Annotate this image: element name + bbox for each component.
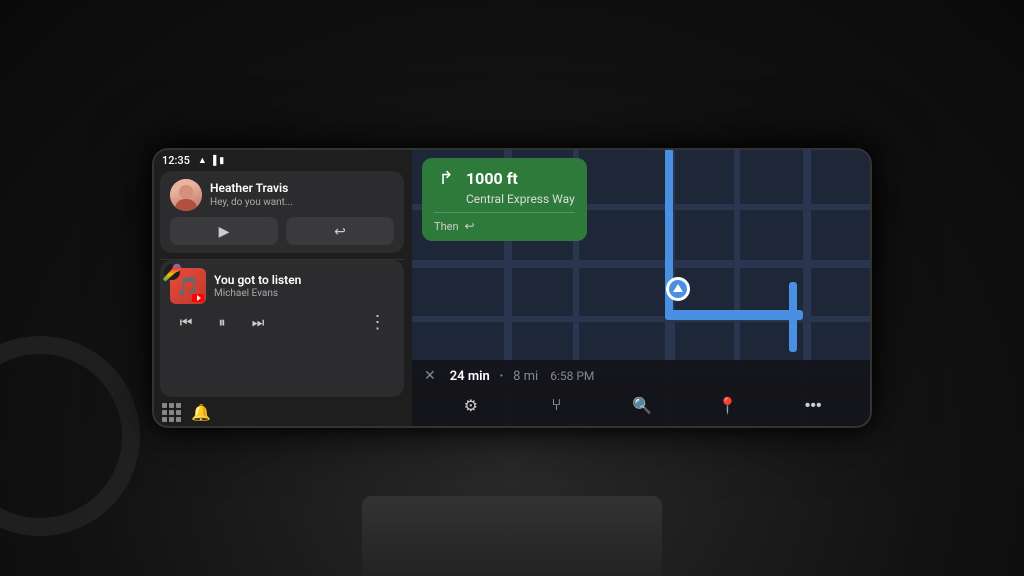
youtube-badge [192,294,204,302]
status-time: 12:35 [162,154,190,167]
signal-icon: ▐ [210,155,216,166]
map-toolbar: ⚙ ⑂ 🔍 📍 ••• [412,384,872,428]
google-mic-icon: 🎤 [164,264,180,280]
avatar-image [170,179,202,211]
road-horizontal-3 [412,316,872,322]
music-title: You got to listen [214,273,394,287]
route-segment-3 [789,282,797,352]
wifi-icon: ▲ [198,155,207,166]
car-position-indicator [666,277,690,301]
navigation-then-row: Then ↩ [434,212,575,233]
route-distance: 8 mi [513,369,538,384]
navigation-distance: 1000 ft [466,169,518,188]
route-time: 24 min [450,369,490,384]
map-more-button[interactable]: ••• [797,390,829,422]
music-controls: ⏮ ⏸ ⏭ ⋮ [170,310,394,334]
car-direction-arrow [673,284,683,292]
notification-play-button[interactable]: ▶ [170,217,278,245]
music-card: 🎵 🎤 You got to listen Michael Evans [160,260,404,397]
navigation-distance-row: ↱ 1000 ft [434,166,575,190]
navigation-then-label: Then [434,220,459,233]
left-panel: 12:35 ▲ ▐ ▮ Heather Travis Hey, do you w… [152,148,412,428]
notification-bell-icon[interactable]: 🔔 [191,403,211,422]
notification-card: Heather Travis Hey, do you want... ▶ ↩ [160,171,404,253]
road-horizontal-2 [412,260,872,268]
turn-arrow-icon: ↱ [434,166,458,190]
avatar [170,179,202,211]
music-play-pause-button[interactable]: ⏸ [210,310,234,334]
music-artist: Michael Evans [214,288,394,299]
bottom-row: 🔔 [152,397,412,428]
navigation-card: ↱ 1000 ft Central Express Way Then ↩ [422,158,587,241]
notification-header: Heather Travis Hey, do you want... [170,179,394,211]
music-more-button[interactable]: ⋮ [366,310,390,334]
status-icons: ▲ ▐ ▮ [198,155,224,166]
app-grid-button[interactable] [162,403,181,422]
battery-icon: ▮ [219,156,224,166]
notification-actions: ▶ ↩ [170,217,394,245]
notification-text: Heather Travis Hey, do you want... [210,181,394,208]
map-pin-button[interactable]: 📍 [712,390,744,422]
map-panel: ↱ 1000 ft Central Express Way Then ↩ ✕ 2… [412,148,872,428]
navigation-street: Central Express Way [466,192,575,206]
youtube-play-icon [197,295,201,301]
map-route-options-button[interactable]: ⑂ [540,390,572,422]
map-search-button[interactable]: 🔍 [626,390,658,422]
android-auto-screen: 12:35 ▲ ▐ ▮ Heather Travis Hey, do you w… [152,148,872,428]
notification-message: Hey, do you want... [210,196,394,209]
music-next-button[interactable]: ⏭ [246,310,270,334]
navigation-then-icon: ↩ [465,219,475,233]
notification-sender: Heather Travis [210,181,394,195]
console-base [362,496,662,576]
music-prev-button[interactable]: ⏮ [174,310,198,334]
music-info: You got to listen Michael Evans [214,273,394,298]
route-eta: 6:58 PM [550,369,594,383]
route-close-button[interactable]: ✕ [424,368,436,384]
notification-reply-button[interactable]: ↩ [286,217,394,245]
music-header: 🎵 🎤 You got to listen Michael Evans [170,268,394,304]
map-settings-button[interactable]: ⚙ [455,390,487,422]
status-bar: 12:35 ▲ ▐ ▮ [152,148,412,171]
route-segment-2 [665,310,803,320]
